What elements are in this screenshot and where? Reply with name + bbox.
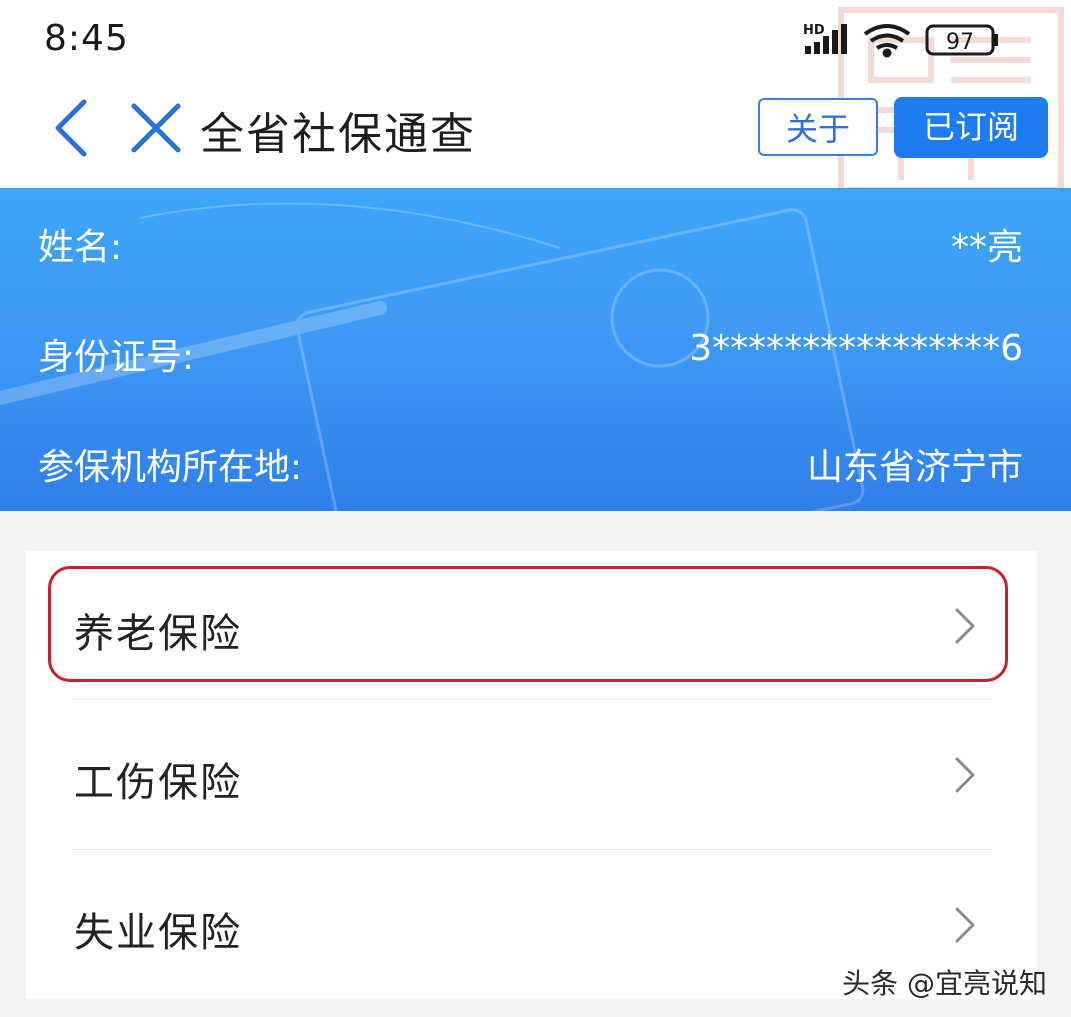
network-hd-label: HD	[803, 23, 825, 38]
wifi-icon	[863, 24, 911, 58]
subscribed-button[interactable]: 已订阅	[894, 97, 1048, 158]
name-value: **亮	[950, 227, 1023, 268]
id-number-value: 3****************6	[689, 328, 1023, 369]
id-number-row: 身份证号: 3****************6	[38, 328, 1023, 388]
location-row: 参保机构所在地: 山东省济宁市	[38, 438, 1023, 498]
menu-item-label: 养老保险	[74, 611, 242, 657]
menu-item-pension-insurance[interactable]: 养老保险	[26, 551, 1037, 701]
status-icons: HD 97	[803, 23, 998, 58]
id-number-label: 身份证号:	[38, 337, 195, 378]
back-chevron-icon[interactable]	[48, 96, 98, 160]
user-info-banner: 姓名: **亮 身份证号: 3****************6 参保机构所在地…	[0, 188, 1071, 511]
menu-item-label: 失业保险	[74, 910, 242, 956]
name-label: 姓名:	[38, 227, 123, 268]
battery-icon: 97	[925, 24, 998, 56]
location-value: 山东省济宁市	[806, 447, 1023, 488]
chevron-right-icon	[955, 907, 975, 943]
watermark: 头条 @宜亮说知	[842, 967, 1047, 1000]
menu-item-work-injury-insurance[interactable]: 工伤保险	[26, 700, 1037, 850]
chevron-right-icon	[955, 757, 975, 793]
top-area: 8:45 HD 97 全省社保通查 关于 已订阅	[0, 0, 1071, 188]
battery-level: 97	[946, 30, 974, 55]
insurance-menu-card: 养老保险 工伤保险 失业保险	[26, 551, 1037, 999]
chevron-right-icon	[955, 608, 975, 644]
status-time: 8:45	[44, 18, 129, 59]
name-row: 姓名: **亮	[38, 218, 1023, 278]
location-label: 参保机构所在地:	[38, 447, 303, 488]
menu-item-label: 工伤保险	[74, 760, 242, 806]
close-icon[interactable]	[128, 100, 184, 156]
about-button[interactable]: 关于	[758, 98, 878, 156]
page-title: 全省社保通查	[200, 109, 476, 160]
